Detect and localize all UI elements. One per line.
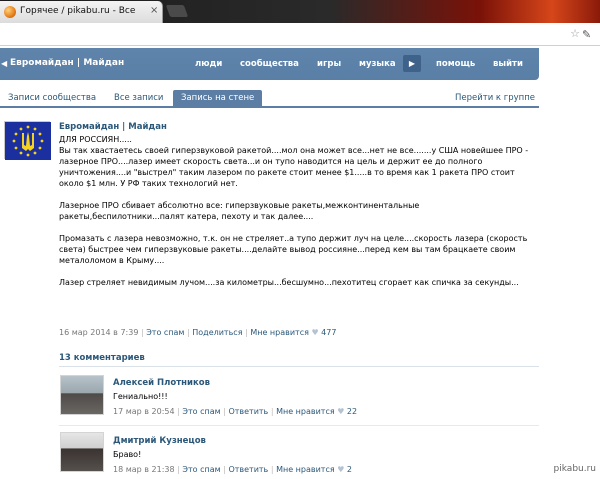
post-author-link[interactable]: Евромайдан | Майдан	[59, 122, 167, 132]
new-tab-button[interactable]	[165, 5, 189, 17]
post-paragraph: Вы так хвастаетесь своей гиперзвуковой р…	[59, 146, 529, 188]
post-paragraph: Лазерное ПРО сбивает абсолютно все: гипе…	[59, 201, 420, 221]
group-name-link[interactable]: Евромайдан | Майдан	[10, 58, 124, 68]
heart-icon[interactable]: ♥	[337, 465, 344, 474]
nav-help[interactable]: помощь	[436, 59, 475, 69]
commenter-avatar[interactable]	[60, 375, 104, 415]
like-button[interactable]: Мне нравится	[250, 328, 309, 337]
share-link[interactable]: Поделиться	[192, 328, 242, 337]
post-paragraph: Лазер стреляет невидимым лучом....за кил…	[59, 278, 519, 287]
post-meta: 16 мар 2014 в 7:39 | Это спам | Поделить…	[59, 328, 336, 337]
separator: |	[177, 465, 180, 474]
tab-wall-post[interactable]: Запись на стене	[173, 90, 263, 108]
browser-tab[interactable]: Горячее / pikabu.ru - Все ×	[0, 1, 163, 23]
nav-music[interactable]: музыка	[359, 59, 396, 69]
post-body: ДЛЯ РОССИЯН..... Вы так хвастаетесь свое…	[59, 134, 537, 288]
likes-count: 477	[321, 328, 337, 337]
spam-link[interactable]: Это спам	[182, 465, 220, 474]
separator: |	[270, 465, 274, 474]
nav-games[interactable]: игры	[317, 59, 341, 69]
separator: |	[140, 328, 144, 337]
group-avatar[interactable]	[4, 121, 51, 160]
nav-people[interactable]: люди	[195, 59, 222, 69]
comment-date[interactable]: 17 мар в 20:54	[113, 407, 175, 416]
comments-divider	[59, 366, 539, 367]
comment-divider	[59, 425, 539, 426]
comment-meta: 17 мар в 20:54 | Это спам | Ответить | М…	[113, 407, 357, 416]
nav-communities[interactable]: сообщества	[240, 59, 299, 69]
tab-close-icon[interactable]: ×	[150, 5, 158, 16]
separator: |	[223, 407, 226, 416]
comment-date[interactable]: 18 мар в 21:38	[113, 465, 175, 474]
tab-title: Горячее / pikabu.ru - Все	[20, 6, 136, 16]
separator: |	[187, 328, 190, 337]
comments-header[interactable]: 13 комментариев	[59, 353, 145, 363]
reply-link[interactable]: Ответить	[228, 465, 268, 474]
comment-meta: 18 мар в 21:38 | Это спам | Ответить | М…	[113, 465, 352, 474]
vk-top-bar: ◀ Евромайдан | Майдан люди сообщества иг…	[0, 48, 539, 80]
comment-text: Гениально!!!	[113, 392, 168, 401]
like-button[interactable]: Мне нравится	[276, 407, 335, 416]
likes-count: 2	[346, 465, 353, 474]
watermark: pikabu.ru	[553, 464, 596, 474]
separator: |	[245, 328, 248, 337]
commenter-avatar[interactable]	[60, 432, 104, 472]
music-play-button[interactable]: ▶	[403, 55, 421, 72]
ukraine-eu-emblem-icon	[5, 122, 51, 160]
goto-group-link[interactable]: Перейти к группе	[455, 93, 535, 103]
tab-community-posts[interactable]: Записи сообщества	[8, 93, 96, 103]
nav-logout[interactable]: выйти	[493, 59, 523, 69]
post-paragraph: ДЛЯ РОССИЯН.....	[59, 135, 132, 144]
pikabu-favicon-icon	[4, 6, 16, 18]
browser-toolbar: ☆ ✎	[0, 23, 600, 46]
wall-tabs: Записи сообщества Все записи Запись на с…	[0, 90, 539, 108]
bookmark-star-icon[interactable]: ☆	[570, 27, 580, 40]
heart-icon[interactable]: ♥	[337, 407, 344, 416]
heart-icon[interactable]: ♥	[311, 328, 318, 337]
post-date[interactable]: 16 мар 2014 в 7:39	[59, 328, 138, 337]
post-paragraph: Промазать с лазера невозможно, т.к. он н…	[59, 234, 528, 265]
wrench-icon[interactable]: ✎	[582, 28, 594, 41]
reply-link[interactable]: Ответить	[228, 407, 268, 416]
back-arrow-icon[interactable]: ◀	[1, 59, 7, 68]
separator: |	[223, 465, 226, 474]
spam-link[interactable]: Это спам	[146, 328, 184, 337]
separator: |	[270, 407, 274, 416]
comment-text: Браво!	[113, 450, 142, 459]
tab-all-posts[interactable]: Все записи	[114, 93, 163, 103]
likes-count: 22	[346, 407, 358, 416]
separator: |	[177, 407, 180, 416]
like-button[interactable]: Мне нравится	[276, 465, 335, 474]
commenter-name[interactable]: Алексей Плотников	[113, 378, 210, 388]
browser-titlebar: Горячее / pikabu.ru - Все ×	[0, 0, 600, 23]
spam-link[interactable]: Это спам	[182, 407, 220, 416]
commenter-name[interactable]: Дмитрий Кузнецов	[113, 436, 206, 446]
